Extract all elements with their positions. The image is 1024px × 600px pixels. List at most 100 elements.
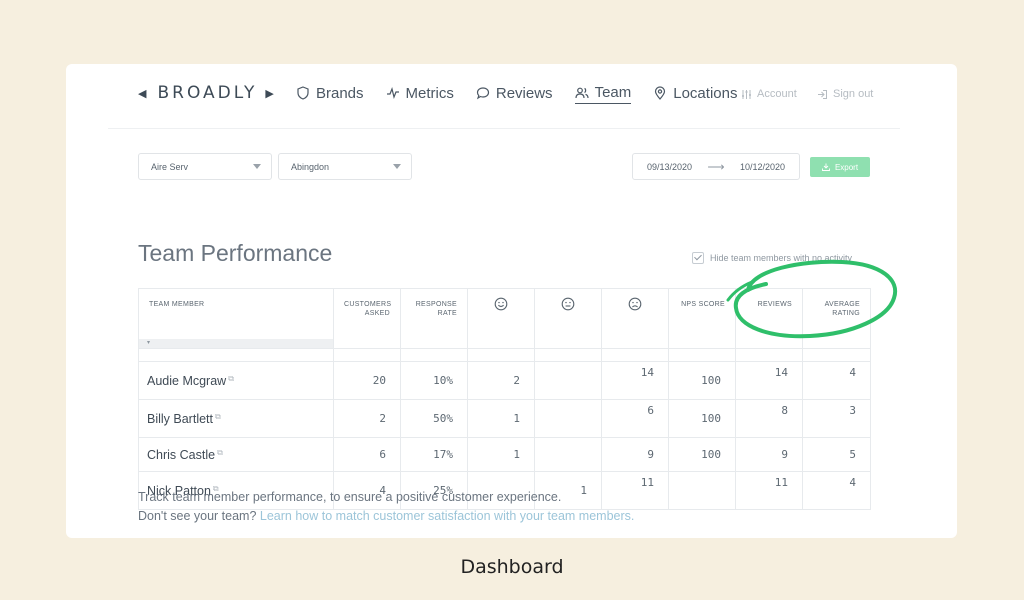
nav-item-team[interactable]: Team [574,84,632,104]
table-spacer [138,348,871,362]
brand-select-value: Aire Serv [151,161,189,172]
member-name[interactable]: Billy Bartlett [147,412,213,426]
asked-cell: 6 [333,437,401,472]
happy-cell: 2 [467,361,535,400]
neutral-face-icon [561,297,575,311]
sort-down-icon: ▾ [147,340,151,346]
location-select[interactable]: Abingdon [278,153,412,180]
happy-face-icon [494,297,508,311]
asked-cell: 20 [333,361,401,400]
arrow-right-icon: ⟶ [707,159,725,174]
header-happy[interactable] [467,288,535,349]
header-label: CUSTOMERS ASKED [344,301,392,317]
account-label: Account [757,88,797,100]
pulse-icon [386,87,399,99]
asked-cell: 2 [333,399,401,438]
external-link-icon[interactable]: ⧉ [215,412,221,421]
header-customers-asked[interactable]: CUSTOMERS ASKED [333,288,401,349]
member-name[interactable]: Audie Mcgraw [147,374,226,388]
brand-select[interactable]: Aire Serv [138,153,272,180]
header-team-member[interactable]: TEAM MEMBER ▾ [138,288,334,349]
date-to[interactable]: 10/12/2020 [740,162,785,172]
reviews-cell: 9 [735,437,803,472]
nps-cell [668,471,736,510]
member-name-cell[interactable]: Chris Castle ⧉ [138,437,334,472]
header-average-rating[interactable]: AVERAGE RATING [802,288,871,349]
export-label: Export [834,162,859,172]
sad-cell: 9 [601,437,669,472]
shield-icon [297,86,309,100]
reviews-cell: 14 [735,361,803,400]
header-nps-score[interactable]: NPS SCORE [668,288,736,349]
footer-help-prefix: Don't see your team? [138,509,260,523]
neutral-cell [534,361,602,400]
map-pin-icon [655,86,666,100]
brand-name: BROADLY [157,83,258,103]
header-label: NPS SCORE [681,301,725,308]
nav-item-reviews[interactable]: Reviews [476,85,553,104]
header-divider [108,128,900,129]
chevron-right-icon: ▶ [265,86,277,100]
external-link-icon[interactable]: ⧉ [228,374,234,383]
nps-cell: 100 [668,437,736,472]
main-nav: Brands Metrics Reviews Team Locations [296,84,759,104]
member-name[interactable]: Chris Castle [147,448,215,462]
happy-cell: 1 [467,437,535,472]
sort-indicator[interactable]: ▾ [139,339,333,348]
checkbox-checked-icon[interactable] [692,252,704,264]
help-link[interactable]: Learn how to match customer satisfaction… [260,509,634,523]
reviews-cell: 8 [735,399,803,438]
sad-cell: 6 [601,399,669,438]
header-label: TEAM MEMBER [149,301,205,308]
header-label: RESPONSE RATE [415,301,457,317]
sad-cell: 14 [601,361,669,400]
table-row: Audie Mcgraw ⧉ 20 10% 2 14 100 14 4 [138,361,871,400]
header-reviews[interactable]: REVIEWS [735,288,803,349]
table-row: Chris Castle ⧉ 6 17% 1 9 100 9 5 [138,437,871,472]
sign-out-icon [818,89,827,99]
caret-down-icon [253,164,261,169]
header-neutral[interactable] [534,288,602,349]
signout-link[interactable]: Sign out [817,88,873,100]
nav-label: Reviews [495,84,553,102]
nav-item-locations[interactable]: Locations [653,85,737,104]
date-from[interactable]: 09/13/2020 [647,162,692,172]
nav-label: Locations [673,84,738,102]
table-row: Billy Bartlett ⧉ 2 50% 1 6 100 8 3 [138,399,871,438]
nps-cell: 100 [668,399,736,438]
hide-inactive-label: Hide team members with no activity [710,253,853,263]
sad-cell: 11 [601,471,669,510]
nav-label: Team [594,84,632,101]
member-name-cell[interactable]: Audie Mcgraw ⧉ [138,361,334,400]
neutral-cell [534,437,602,472]
happy-cell: 1 [467,399,535,438]
download-icon [821,163,830,171]
nav-label: Metrics [405,84,454,102]
header-label: REVIEWS [757,301,792,308]
footer-help: Don't see your team? Learn how to match … [138,509,634,523]
sliders-icon [742,89,751,99]
caret-down-icon [393,164,401,169]
external-link-icon[interactable]: ⧉ [217,448,223,457]
member-name-cell[interactable]: Billy Bartlett ⧉ [138,399,334,438]
chevron-left-icon: ◀ [138,86,150,100]
rating-cell: 5 [802,437,871,472]
nav-item-metrics[interactable]: Metrics [386,85,454,104]
footer-description: Track team member performance, to ensure… [138,490,562,504]
header-sad[interactable] [601,288,669,349]
header-response-rate[interactable]: RESPONSE RATE [400,288,468,349]
people-icon [574,87,589,98]
account-link[interactable]: Account [741,88,797,100]
export-button[interactable]: Export [810,157,870,177]
signout-label: Sign out [833,88,874,100]
nav-label: Brands [316,84,364,102]
rating-cell: 4 [802,471,871,510]
date-range-picker[interactable]: 09/13/2020 ⟶ 10/12/2020 [632,153,800,180]
nav-item-brands[interactable]: Brands [296,85,364,104]
brand-logo[interactable]: ◀ BROADLY ▶ [138,82,277,104]
response-cell: 17% [400,437,468,472]
rating-cell: 4 [802,361,871,400]
page-title: Team Performance [138,240,333,266]
hide-inactive-checkbox[interactable]: Hide team members with no activity [692,252,852,264]
location-select-value: Abingdon [291,161,330,172]
